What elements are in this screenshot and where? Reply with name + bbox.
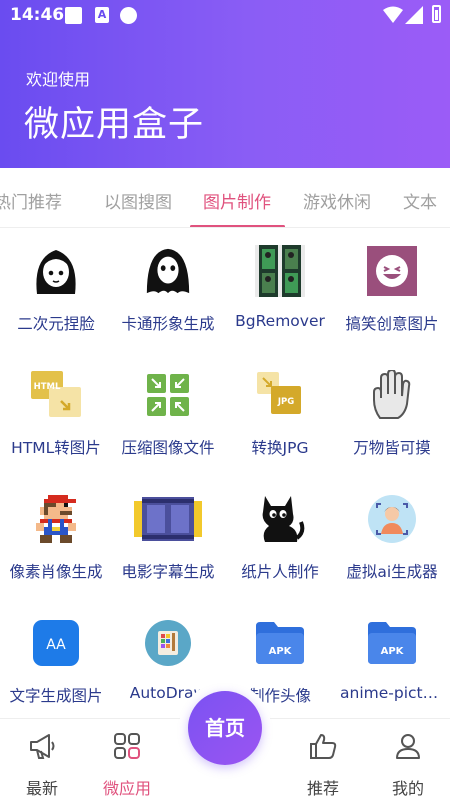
app-label: 电影字幕生成 (121, 563, 215, 581)
tab-games[interactable]: 游戏休闲 (303, 188, 371, 213)
app-label: 文字生成图片 (9, 687, 103, 705)
app-item[interactable]: 虚拟ai生成器 (336, 480, 448, 600)
wifi-icon (383, 6, 403, 23)
app-item[interactable]: 电影字幕生成 (112, 480, 224, 600)
app-label: 压缩图像文件 (121, 439, 215, 457)
film-reel-icon (134, 492, 202, 546)
app-label: 纸片人制作 (241, 563, 319, 581)
app-item[interactable]: APK anime-picture (336, 604, 448, 724)
nav-recommend[interactable]: 推荐 (288, 727, 358, 799)
notification-square-icon (65, 7, 82, 24)
grid-apps-icon (114, 733, 140, 759)
text-aa-icon: AA (31, 616, 81, 670)
aa-badge-text: AA (46, 637, 66, 653)
app-item[interactable]: 像素肖像生成 (0, 480, 112, 600)
nav-mine[interactable]: 我的 (373, 727, 443, 799)
html-badge-text: HTML (34, 382, 61, 392)
status-time: 14:46 (10, 5, 65, 25)
thumbs-up-icon (310, 734, 337, 759)
apk-folder-icon: APK (367, 616, 417, 670)
user-icon (396, 734, 420, 759)
battery-icon (432, 5, 441, 23)
app-item[interactable]: 纸片人制作 (224, 480, 336, 600)
palette-icon (143, 616, 193, 670)
apk-badge-text: APK (381, 646, 405, 657)
notification-circle-icon (120, 7, 137, 24)
app-title: 微应用盒子 (24, 105, 205, 145)
app-label: 二次元捏脸 (17, 315, 95, 333)
app-header: 14:46 A 欢迎使用 微应用盒子 (0, 0, 450, 168)
home-button[interactable]: 首页 (188, 691, 262, 765)
signal-icon (405, 6, 423, 24)
jpg-badge-text: JPG (277, 397, 294, 407)
tab-image-making[interactable]: 图片制作 (203, 188, 271, 213)
apk-badge-text: APK (269, 646, 293, 657)
hand-icon (367, 368, 417, 422)
app-item[interactable]: HTML HTML转图片 (0, 356, 112, 476)
html-convert-icon: HTML (31, 368, 81, 422)
black-cat-icon (255, 492, 305, 546)
nav-latest-label: 最新 (25, 779, 58, 798)
app-label: 像素肖像生成 (9, 563, 103, 581)
notification-a-icon: A (95, 7, 109, 23)
app-label: 转换JPG (251, 439, 309, 457)
apk-folder-icon: APK (255, 616, 305, 670)
compress-arrows-icon (143, 368, 193, 422)
jpg-convert-icon: JPG (255, 368, 305, 422)
tab-hot[interactable]: 热门推荐 (0, 188, 62, 213)
ghost-mask-icon (143, 244, 193, 298)
film-strip-people-icon (255, 244, 305, 298)
nav-micro-apps[interactable]: 微应用 (92, 727, 162, 799)
app-label: 万物皆可摸 (353, 439, 431, 457)
app-item[interactable]: 万物皆可摸 (336, 356, 448, 476)
app-label: 卡通形象生成 (121, 315, 215, 333)
welcome-text: 欢迎使用 (26, 70, 91, 89)
app-item[interactable]: 压缩图像文件 (112, 356, 224, 476)
nav-recommend-label: 推荐 (306, 779, 339, 798)
tab-text[interactable]: 文本 (403, 188, 437, 213)
category-tabs: 热门推荐 以图搜图 图片制作 游戏休闲 文本 (0, 168, 450, 228)
app-label: anime-picture (340, 684, 448, 702)
nav-latest[interactable]: 最新 (7, 727, 77, 799)
app-item[interactable]: JPG 转换JPG (224, 356, 336, 476)
ai-avatar-icon (367, 492, 417, 546)
app-label: BgRemover (235, 312, 325, 330)
anime-girl-icon (31, 244, 81, 298)
nav-mine-label: 我的 (391, 779, 424, 798)
tab-image-search[interactable]: 以图搜图 (104, 188, 172, 213)
active-tab-indicator (190, 225, 285, 227)
nav-micro-apps-label: 微应用 (102, 779, 151, 798)
app-item[interactable]: 搞笑创意图片 (336, 232, 448, 352)
app-item[interactable]: 二次元捏脸 (0, 232, 112, 352)
app-label: HTML转图片 (11, 439, 101, 457)
megaphone-icon (30, 734, 55, 759)
status-bar: 14:46 A (0, 0, 450, 32)
pixel-mario-icon (31, 492, 81, 546)
app-item[interactable]: BgRemover (224, 232, 336, 352)
app-item[interactable]: 卡通形象生成 (112, 232, 224, 352)
app-label: 虚拟ai生成器 (346, 563, 438, 581)
app-label: 搞笑创意图片 (345, 315, 439, 333)
app-item[interactable]: AA 文字生成图片 (0, 604, 112, 724)
laughing-face-icon (367, 244, 417, 298)
